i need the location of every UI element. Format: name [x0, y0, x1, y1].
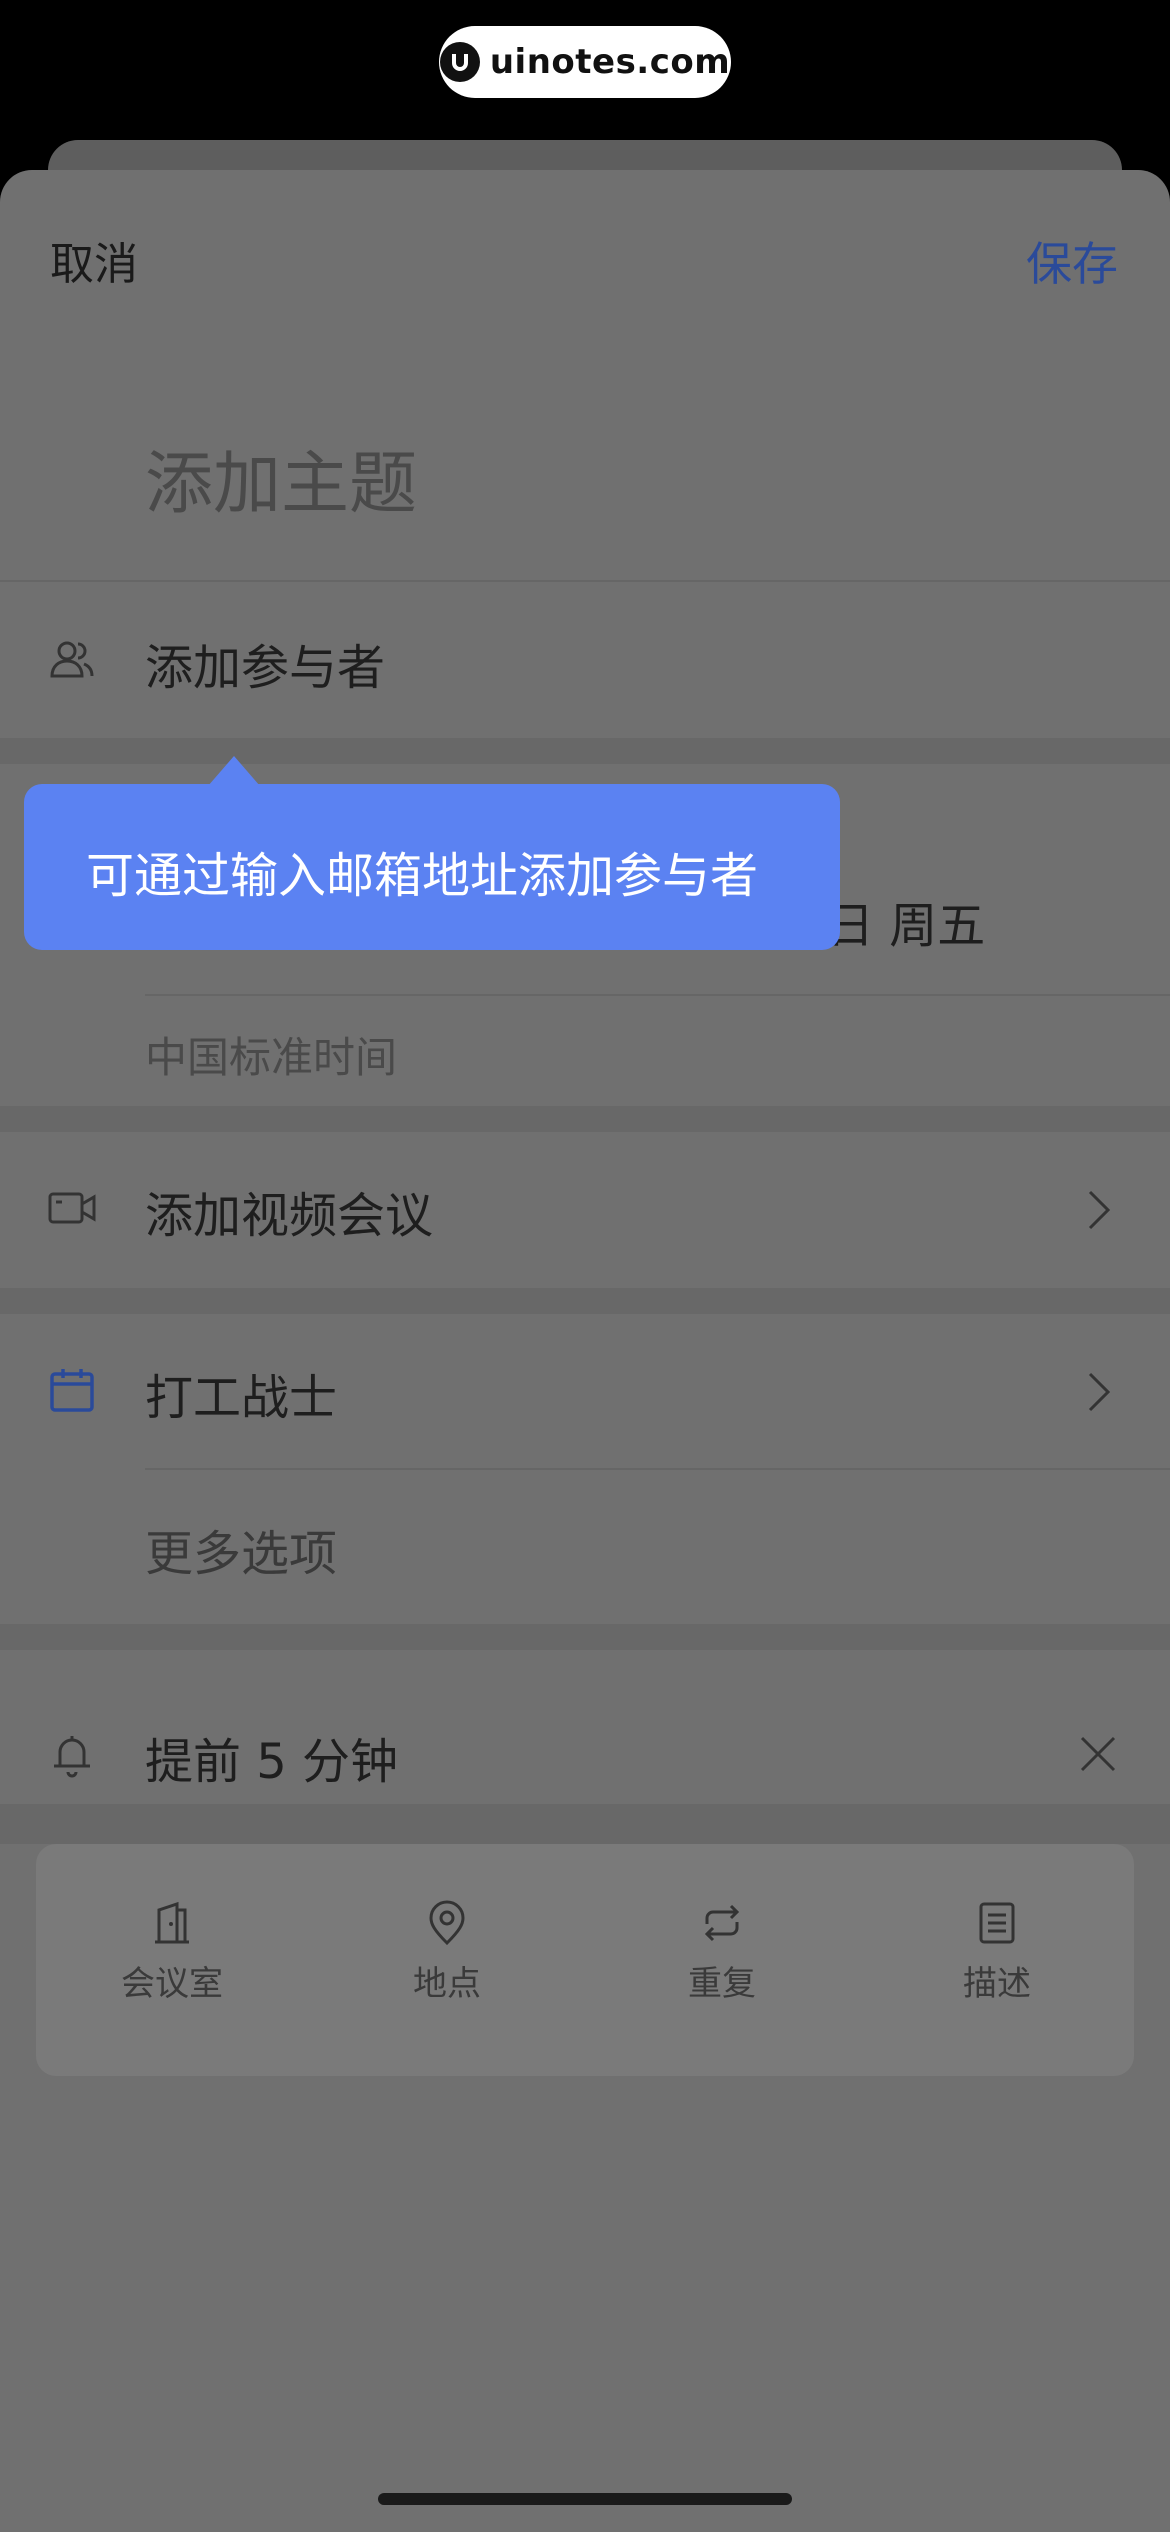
- tool-repeat[interactable]: 重复: [622, 1900, 822, 2005]
- section-gap: [0, 1804, 1170, 1844]
- save-button[interactable]: 保存: [1026, 228, 1118, 294]
- tool-label: 重复: [688, 1964, 756, 2004]
- tool-label: 会议室: [121, 1964, 223, 2004]
- tool-meeting-room[interactable]: 会议室: [72, 1900, 272, 2005]
- add-video-meeting[interactable]: 添加视频会议: [145, 1176, 433, 1246]
- calendar-icon: [48, 1366, 96, 1414]
- tool-label: 地点: [413, 1964, 481, 2004]
- tooltip-text: 可通过输入邮箱地址添加参与者: [86, 848, 759, 904]
- chevron-right-icon: [1084, 1186, 1114, 1234]
- door-icon: [155, 1901, 189, 1944]
- subject-input[interactable]: 添加主题: [145, 428, 417, 527]
- date-weekday[interactable]: 日 周五: [826, 886, 985, 956]
- watermark-badge: uinotes.com: [439, 26, 731, 98]
- more-options-button[interactable]: 更多选项: [145, 1514, 337, 1584]
- add-participants-field[interactable]: 添加参与者: [145, 628, 385, 698]
- participants-tooltip[interactable]: 可通过输入邮箱地址添加参与者: [24, 784, 840, 950]
- section-gap: [0, 1106, 1170, 1132]
- video-camera-icon: [48, 1184, 96, 1232]
- divider: [145, 994, 1170, 996]
- chevron-right-icon: [1084, 1368, 1114, 1416]
- close-icon[interactable]: [1074, 1730, 1122, 1778]
- uinotes-logo-icon: [439, 42, 480, 82]
- bell-icon: [48, 1730, 96, 1778]
- tool-location[interactable]: 地点: [347, 1900, 547, 2005]
- location-pin-icon: [429, 1900, 465, 1946]
- event-editor-sheet: 取消 保存 添加主题 添加参与者 日 周五 中国标准时间 添加视频会议 打工战士…: [0, 170, 1170, 2532]
- watermark-text: uinotes.com: [489, 42, 731, 82]
- tool-description[interactable]: 描述: [897, 1900, 1097, 2005]
- document-icon: [979, 1902, 1015, 1944]
- home-indicator[interactable]: [378, 2493, 792, 2505]
- timezone-label[interactable]: 中国标准时间: [145, 1024, 397, 1085]
- tool-label: 描述: [963, 1964, 1031, 2004]
- divider: [145, 1468, 1170, 1470]
- repeat-icon: [704, 1904, 740, 1942]
- tooltip-arrow: [208, 756, 260, 786]
- section-gap: [0, 1288, 1170, 1314]
- calendar-selector[interactable]: 打工战士: [145, 1358, 337, 1428]
- reminder-setting[interactable]: 提前 5 分钟: [145, 1722, 398, 1792]
- people-icon: [48, 636, 96, 684]
- divider: [0, 580, 1170, 582]
- section-gap: [0, 738, 1170, 764]
- quick-add-toolbar: 会议室 地点 重复 描述: [36, 1844, 1134, 2076]
- section-gap: [0, 1624, 1170, 1650]
- cancel-button[interactable]: 取消: [50, 228, 138, 292]
